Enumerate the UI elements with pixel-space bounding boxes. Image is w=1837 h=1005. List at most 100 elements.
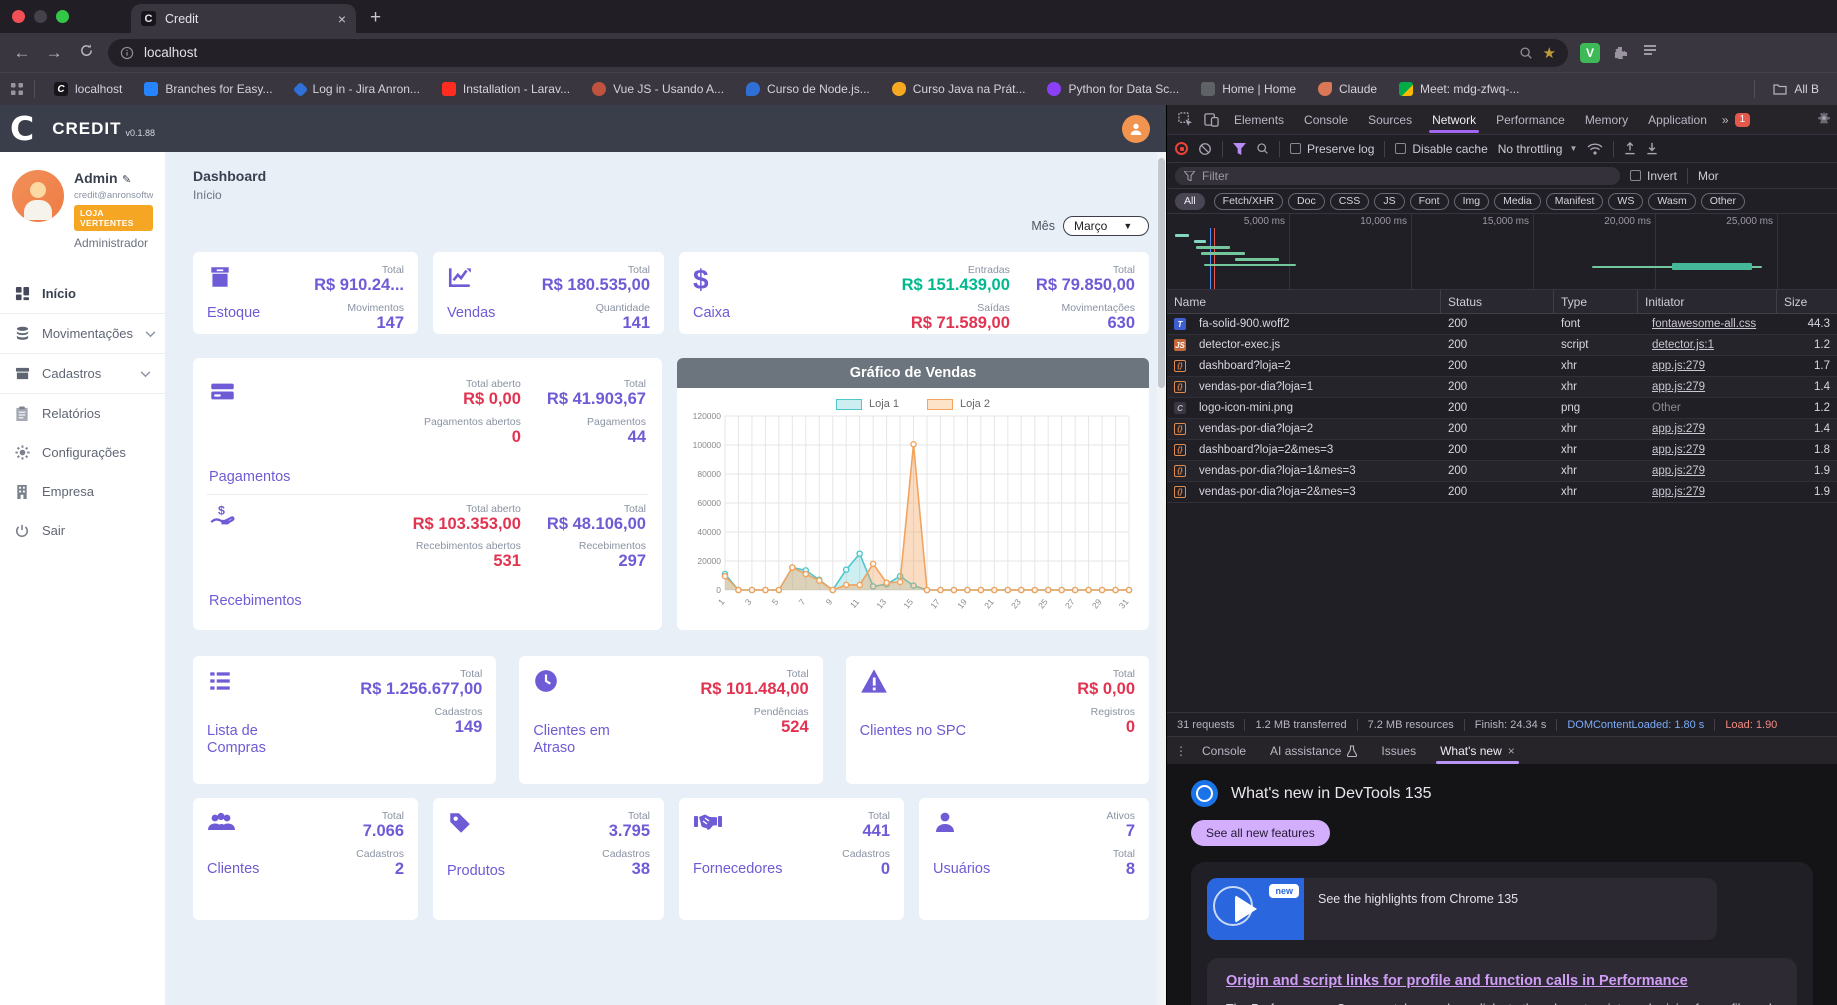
network-request-row[interactable]: Tfa-solid-900.woff2 200 font fontawesome-… <box>1167 314 1837 335</box>
forward-icon[interactable]: → <box>44 43 64 63</box>
initiator-link[interactable]: detector.js:1 <box>1645 339 1721 351</box>
card-clientes-atraso[interactable]: Clientes em Atraso Total R$ 101.484,00 Pe… <box>519 656 823 784</box>
chip-css[interactable]: CSS <box>1329 192 1370 210</box>
drawer-menu-icon[interactable]: ⋮ <box>1175 744 1188 758</box>
network-request-row[interactable]: {} vendas-por-dia?loja=1 200 xhr app.js:27… <box>1167 377 1837 398</box>
initiator-link[interactable]: app.js:279 <box>1645 444 1712 456</box>
clear-network-log-icon[interactable] <box>1198 142 1212 156</box>
initiator-link[interactable]: fontawesome-all.css <box>1645 318 1763 330</box>
drawer-tab-whats-new[interactable]: What's new × <box>1430 738 1525 764</box>
video-thumbnail[interactable]: new <box>1207 878 1304 940</box>
chip-other[interactable]: Other <box>1700 192 1745 210</box>
maximize-window-button[interactable] <box>56 10 69 23</box>
bookmark-item[interactable]: Installation - Larav... <box>433 79 579 99</box>
preserve-log-checkbox[interactable]: Preserve log <box>1290 142 1374 156</box>
more-filters-label[interactable]: Mor <box>1698 169 1719 183</box>
zoom-icon[interactable] <box>1519 46 1533 60</box>
tab-console[interactable]: Console <box>1295 107 1357 133</box>
back-icon[interactable]: ← <box>12 43 32 63</box>
tab-sources[interactable]: Sources <box>1359 107 1421 133</box>
site-info-icon[interactable] <box>120 46 134 60</box>
record-network-log-icon[interactable] <box>1175 142 1188 155</box>
bookmark-item[interactable]: Home | Home <box>1192 79 1305 99</box>
bookmark-item[interactable]: Branches for Easy... <box>135 79 281 99</box>
close-window-button[interactable] <box>12 10 25 23</box>
export-har-icon[interactable] <box>1646 142 1658 155</box>
tab-memory[interactable]: Memory <box>1576 107 1637 133</box>
sidebar-item-empresa[interactable]: Empresa <box>0 472 165 511</box>
network-request-row[interactable]: {} vendas-por-dia?loja=2 200 xhr app.js:27… <box>1167 419 1837 440</box>
play-icon[interactable] <box>1235 895 1257 923</box>
chip-fetch-xhr[interactable]: Fetch/XHR <box>1213 192 1284 210</box>
scrollbar-thumb[interactable] <box>1158 158 1165 388</box>
network-request-row[interactable]: {} dashboard?loja=2&mes=3 200 xhr app.js:2… <box>1167 440 1837 461</box>
initiator-link[interactable]: app.js:279 <box>1645 360 1712 372</box>
feature-link[interactable]: Origin and script links for profile and … <box>1226 973 1778 989</box>
bookmark-item[interactable]: Claude <box>1309 79 1386 99</box>
import-har-icon[interactable] <box>1624 142 1636 155</box>
checkbox[interactable] <box>1630 170 1641 181</box>
browser-tab[interactable]: C Credit × <box>131 4 356 33</box>
drawer-tab-ai-assistance[interactable]: AI assistance <box>1260 738 1367 764</box>
network-conditions-icon[interactable] <box>1587 142 1603 155</box>
devtools-settings-gear-icon[interactable] <box>1817 111 1831 128</box>
network-overview-timeline[interactable]: 5,000 ms 10,000 ms 15,000 ms 20,000 ms 2… <box>1167 214 1837 290</box>
sidebar-item-sair[interactable]: Sair <box>0 511 165 550</box>
bookmark-item[interactable]: Meet: mdg-zfwq-... <box>1390 79 1528 99</box>
device-toolbar-icon[interactable] <box>1199 112 1223 127</box>
see-all-features-button[interactable]: See all new features <box>1191 820 1330 846</box>
initiator-link[interactable]: app.js:279 <box>1645 423 1712 435</box>
avatar[interactable] <box>12 170 64 222</box>
sidebar-item-inicio[interactable]: Início <box>0 274 165 313</box>
sidebar-item-relatorios[interactable]: Relatórios <box>0 393 165 433</box>
initiator-link[interactable]: app.js:279 <box>1645 381 1712 393</box>
drawer-tab-console[interactable]: Console <box>1192 738 1256 764</box>
bookmark-item[interactable]: Python for Data Sc... <box>1038 79 1188 99</box>
apps-grid-icon[interactable] <box>10 82 24 96</box>
network-request-row[interactable]: Clogo-icon-mini.png 200 png Other 1.2 <box>1167 398 1837 419</box>
url-bar[interactable]: localhost ★ <box>108 38 1568 67</box>
sidebar-item-cadastros[interactable]: Cadastros <box>0 353 165 393</box>
tab-elements[interactable]: Elements <box>1225 107 1293 133</box>
chip-all[interactable]: All <box>1175 192 1205 210</box>
month-select[interactable]: Março ▼ <box>1063 216 1149 236</box>
card-fornecedores[interactable]: Fornecedores Total 441 Cadastros 0 <box>679 798 904 920</box>
sidebar-item-movimentacoes[interactable]: Movimentações <box>0 313 165 353</box>
bookmark-item[interactable]: Curso Java na Prát... <box>883 79 1035 99</box>
card-estoque[interactable]: Estoque Total R$ 910.24... Movimentos 147 <box>193 252 418 334</box>
tab-application[interactable]: Application <box>1639 107 1716 133</box>
minimize-window-button[interactable] <box>34 10 47 23</box>
filter-funnel-icon[interactable] <box>1233 142 1246 155</box>
inspect-element-icon[interactable] <box>1173 112 1197 127</box>
tab-network[interactable]: Network <box>1423 107 1485 133</box>
card-clientes-spc[interactable]: Clientes no SPC Total R$ 0,00 Registros 0 <box>845 656 1149 784</box>
window-controls[interactable] <box>0 0 83 33</box>
highlights-video-card[interactable]: new See the highlights from Chrome 135 <box>1207 878 1717 940</box>
card-lista-compras[interactable]: Lista de Compras Total R$ 1.256.677,00 Ca… <box>193 656 497 784</box>
browser-menu-icon[interactable] <box>1640 42 1660 63</box>
error-badge[interactable]: 1 <box>1734 112 1751 127</box>
page-scrollbar[interactable] <box>1157 152 1166 1005</box>
tab-performance[interactable]: Performance <box>1487 107 1574 133</box>
throttling-select[interactable]: No throttling ▼ <box>1498 142 1578 156</box>
bookmark-item[interactable]: Vue JS - Usando A... <box>583 79 733 99</box>
more-tabs-icon[interactable]: » <box>1718 113 1733 127</box>
chip-img[interactable]: Img <box>1453 192 1490 210</box>
user-avatar[interactable] <box>1122 114 1150 143</box>
checkbox[interactable] <box>1395 143 1407 154</box>
tab-close-icon[interactable]: × <box>338 11 346 27</box>
chip-manifest[interactable]: Manifest <box>1545 192 1604 210</box>
bookmark-item[interactable]: Clocalhost <box>45 79 131 99</box>
disable-cache-checkbox[interactable]: Disable cache <box>1395 142 1488 156</box>
chip-doc[interactable]: Doc <box>1288 192 1325 210</box>
all-bookmarks-button[interactable]: All B <box>1765 79 1827 99</box>
new-tab-button[interactable]: + <box>370 7 381 29</box>
initiator-link[interactable]: app.js:279 <box>1645 486 1712 498</box>
search-network-icon[interactable] <box>1256 142 1269 155</box>
reload-icon[interactable] <box>76 43 96 63</box>
legend-item-loja1[interactable]: Loja 1 <box>836 398 899 410</box>
network-table-header[interactable]: Name Status Type Initiator Size <box>1167 290 1837 314</box>
bookmark-item[interactable]: Log in - Jira Anron... <box>286 79 429 99</box>
network-filter-input[interactable]: Filter <box>1175 166 1620 185</box>
bookmark-item[interactable]: Curso de Node.js... <box>737 79 879 99</box>
